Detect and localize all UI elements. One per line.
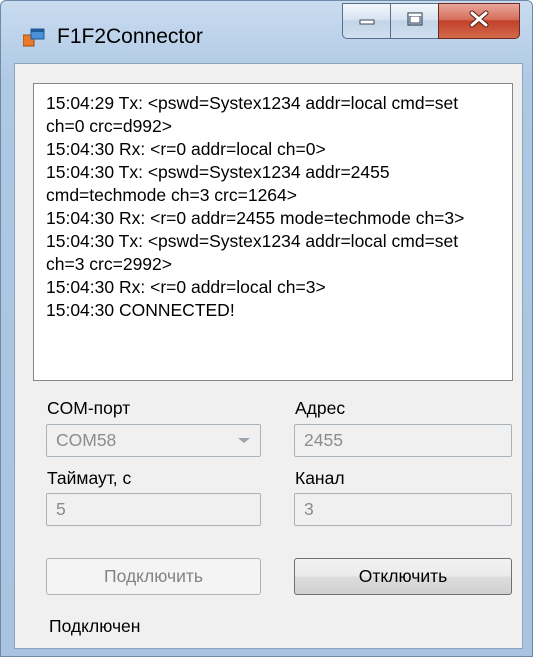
- disconnect-button-label: Отключить: [358, 566, 448, 586]
- window-title: F1F2Connector: [57, 25, 203, 48]
- address-value: 2455: [304, 430, 343, 450]
- chevron-down-icon[interactable]: [238, 438, 250, 443]
- caption-buttons: [342, 3, 520, 39]
- timeout-field[interactable]: 5: [46, 493, 261, 526]
- log-line: 15:04:30 Rx: <r=0 addr=local ch=3>: [46, 277, 326, 297]
- close-icon: [468, 10, 490, 33]
- log-line: 15:04:30 Rx: <r=0 addr=2455 mode=techmod…: [46, 208, 465, 228]
- com-port-value: COM58: [56, 430, 117, 450]
- address-field[interactable]: 2455: [294, 424, 512, 457]
- log-line: 15:04:30 Tx: <pswd=Systex1234 addr=2455: [46, 162, 390, 182]
- com-port-combo[interactable]: COM58: [46, 424, 261, 457]
- channel-value: 3: [304, 499, 314, 519]
- connect-button[interactable]: Подключить: [46, 558, 261, 595]
- log-line: 15:04:29 Tx: <pswd=Systex1234 addr=local…: [46, 93, 459, 113]
- log-line: 15:04:30 Tx: <pswd=Systex1234 addr=local…: [46, 231, 459, 251]
- address-label: Адрес: [295, 398, 346, 418]
- channel-field[interactable]: 3: [294, 493, 512, 526]
- timeout-label: Таймаут, с: [47, 468, 132, 488]
- log-line: cmd=techmode ch=3 crc=1264>: [46, 185, 297, 205]
- com-port-label: COM-порт: [47, 398, 131, 418]
- title-bar[interactable]: F1F2Connector: [1, 1, 532, 63]
- connect-button-label: Подключить: [104, 566, 203, 586]
- log-line: 15:04:30 Rx: <r=0 addr=local ch=0>: [46, 139, 326, 159]
- minimize-button[interactable]: [342, 3, 390, 39]
- log-output[interactable]: 15:04:29 Tx: <pswd=Systex1234 addr=local…: [33, 83, 513, 381]
- application-window-icon[interactable]: [22, 28, 45, 48]
- close-button[interactable]: [438, 3, 520, 39]
- disconnect-button[interactable]: Отключить: [294, 558, 512, 595]
- log-line: ch=0 crc=d992>: [46, 116, 172, 136]
- channel-label: Канал: [295, 468, 345, 488]
- timeout-value: 5: [56, 499, 66, 519]
- minimize-icon: [358, 12, 376, 30]
- maximize-icon: [406, 11, 424, 32]
- maximize-button[interactable]: [390, 3, 438, 39]
- log-line: ch=3 crc=2992>: [46, 254, 172, 274]
- log-line: 15:04:30 CONNECTED!: [46, 300, 235, 320]
- connection-status: Подключен: [49, 616, 141, 636]
